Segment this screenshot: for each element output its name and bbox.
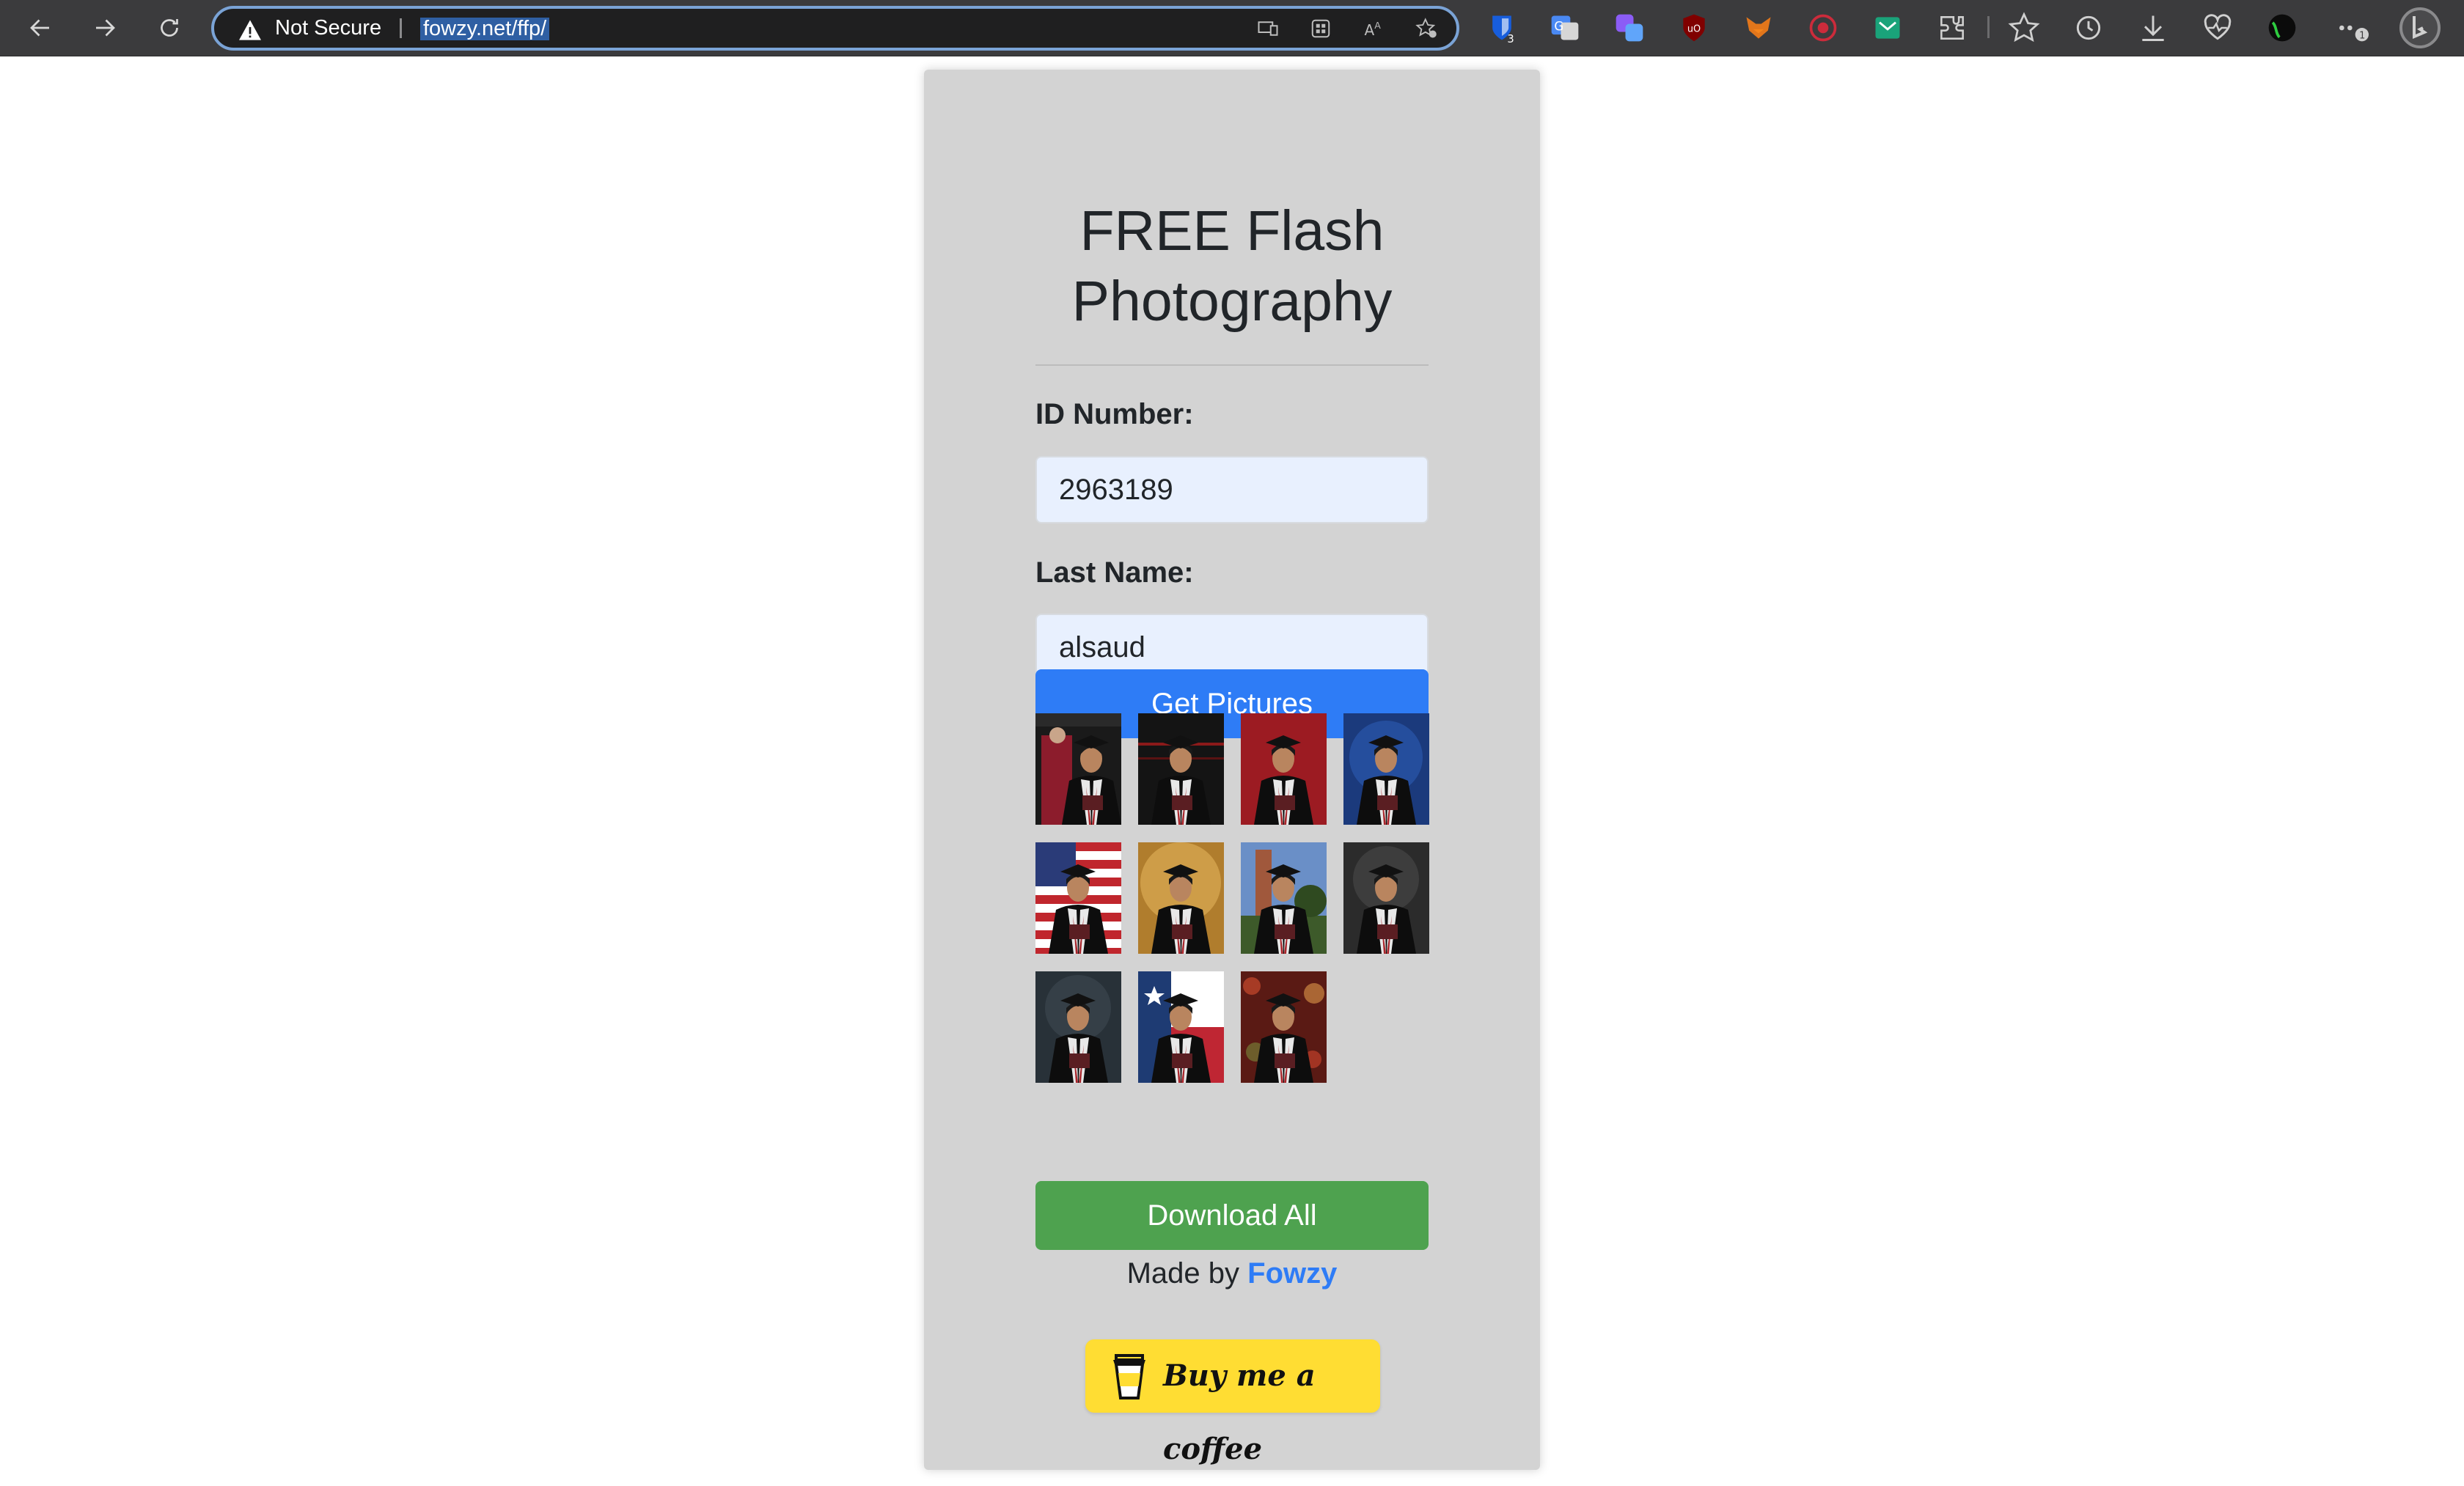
- coffee-label: Buy me a coffee: [1163, 1358, 1316, 1466]
- photo-thumbnail[interactable]: [1035, 713, 1121, 825]
- read-aloud-icon[interactable]: AA: [1361, 18, 1386, 40]
- made-by-text: Made by: [1126, 1257, 1240, 1290]
- health-heart-icon[interactable]: [2201, 12, 2234, 44]
- bitwarden-badge: 3: [1507, 33, 1514, 44]
- svg-text:uO: uO: [1687, 24, 1701, 35]
- translate-icon[interactable]: G: [1549, 12, 1581, 44]
- forward-button[interactable]: [87, 10, 123, 46]
- graduation-photo: [1241, 971, 1327, 1083]
- back-button[interactable]: [22, 10, 59, 46]
- graduation-photo: [1035, 971, 1121, 1083]
- photo-thumbnail[interactable]: [1343, 713, 1429, 825]
- graduation-photo: [1241, 713, 1327, 825]
- security-status[interactable]: Not Secure: [275, 9, 381, 48]
- graduation-photo: [1138, 842, 1224, 954]
- graduation-photo: [1241, 842, 1327, 954]
- graduation-photo: [1035, 713, 1121, 825]
- buy-me-a-coffee-button[interactable]: Buy me a coffee: [1085, 1339, 1380, 1466]
- svg-text:A: A: [1374, 20, 1381, 31]
- more-menu-icon[interactable]: 1: [2336, 12, 2369, 44]
- apps-icon[interactable]: [1308, 18, 1333, 40]
- coffee-cup-icon: [1113, 1354, 1145, 1399]
- forward-arrow-icon: [96, 19, 115, 37]
- graduation-photo: [1138, 713, 1224, 825]
- address-separator: [400, 18, 402, 38]
- ublock-icon[interactable]: uO: [1678, 12, 1710, 44]
- graduation-photo: [1343, 713, 1429, 825]
- photo-thumbnail[interactable]: [1241, 971, 1327, 1083]
- title-divider: [1035, 364, 1429, 366]
- browser-toolbar: Not Secure fowzy.net/ffp/ AA 3 G uO 1: [0, 0, 2464, 56]
- page-title-text: FREE Flash Photography: [1071, 199, 1393, 333]
- metamask-icon[interactable]: [1742, 12, 1775, 44]
- device-icon[interactable]: [1255, 18, 1280, 40]
- graduation-photo: [1138, 971, 1224, 1083]
- copilot-extension-icon[interactable]: [1613, 12, 1646, 44]
- photo-thumbnail[interactable]: [1035, 842, 1121, 954]
- id-number-label: ID Number:: [1035, 398, 1194, 430]
- photo-thumbnail[interactable]: [1241, 842, 1327, 954]
- graduation-photo: [1035, 842, 1121, 954]
- svg-text:A: A: [1365, 21, 1375, 39]
- photo-thumbnail[interactable]: [1343, 842, 1429, 954]
- red-circle-extension-icon[interactable]: [1807, 12, 1839, 44]
- back-arrow-icon: [30, 19, 49, 37]
- photo-thumbnail[interactable]: [1241, 713, 1327, 825]
- profile-avatar-icon[interactable]: [2266, 12, 2298, 44]
- extensions-puzzle-icon[interactable]: [1936, 12, 1968, 44]
- page-title: FREE Flash Photography: [924, 196, 1540, 336]
- url-text[interactable]: fowzy.net/ffp/: [420, 18, 550, 40]
- photo-thumbnail[interactable]: [1138, 971, 1224, 1083]
- refresh-icon: [161, 19, 178, 37]
- id-number-input[interactable]: [1035, 456, 1429, 523]
- mail-extension-icon[interactable]: [1871, 12, 1904, 44]
- photo-thumbnail[interactable]: [1138, 842, 1224, 954]
- bitwarden-icon[interactable]: 3: [1486, 12, 1518, 44]
- bing-copilot-icon[interactable]: [2398, 6, 2442, 50]
- graduation-photo: [1343, 842, 1429, 954]
- history-icon[interactable]: [2072, 12, 2105, 44]
- menu-badge: 1: [2359, 31, 2365, 42]
- last-name-label: Last Name:: [1035, 556, 1194, 589]
- download-all-button[interactable]: Download All: [1035, 1181, 1429, 1250]
- favorite-add-icon[interactable]: [1414, 18, 1439, 40]
- svg-text:G: G: [1554, 20, 1563, 34]
- fowzy-link[interactable]: Fowzy: [1247, 1257, 1337, 1290]
- photo-thumbnail[interactable]: [1035, 971, 1121, 1083]
- form-card: FREE Flash Photography ID Number: Last N…: [924, 70, 1540, 1470]
- address-bar[interactable]: Not Secure fowzy.net/ffp/ AA: [211, 6, 1459, 51]
- refresh-button[interactable]: [151, 10, 188, 46]
- downloads-icon[interactable]: [2137, 12, 2169, 44]
- made-by-credit: Made by Fowzy: [924, 1257, 1540, 1290]
- favorites-icon[interactable]: [2008, 12, 2040, 44]
- photo-thumbnail[interactable]: [1138, 713, 1224, 825]
- toolbar-separator: [1987, 16, 1990, 38]
- warning-icon: [239, 20, 261, 40]
